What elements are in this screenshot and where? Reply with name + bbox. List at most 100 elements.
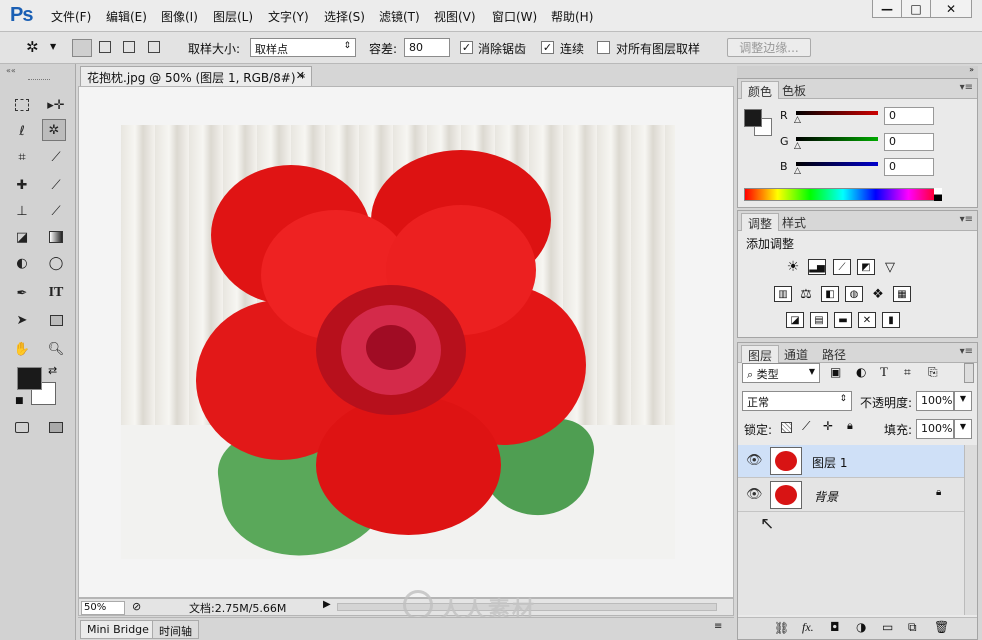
green-value-input[interactable]: 0 [884,133,934,151]
tab-styles[interactable]: 样式 [776,213,812,231]
new-group-icon[interactable]: ▭ [882,620,893,634]
sample-size-select[interactable]: 取样点 ⇕ [250,38,356,57]
curves-icon[interactable]: ⟋ [833,259,851,275]
selective-color-icon[interactable]: ✕ [858,312,876,328]
blue-slider[interactable] [796,162,878,166]
panel-menu-icon[interactable]: ▾≡ [960,214,973,225]
menu-layer[interactable]: 图层(L) [213,8,253,25]
hand-tool-icon[interactable]: ✋ [10,338,34,360]
tab-swatches[interactable]: 色板 [776,81,812,99]
move-tool-icon[interactable]: ▸✛ [44,94,68,116]
panel-menu-icon[interactable]: ▾≡ [960,82,973,93]
tab-channels[interactable]: 通道 [778,345,814,363]
maximize-button[interactable]: □ [901,0,931,18]
color-ramp[interactable] [744,188,942,201]
collapse-icon[interactable]: «« [6,66,16,75]
magic-wand-icon[interactable]: ✲ [26,38,39,56]
screen-mode-icon[interactable] [44,416,68,438]
brightness-contrast-icon[interactable]: ☀ [784,259,802,275]
subtract-selection-icon[interactable] [123,41,135,53]
levels-icon[interactable]: ▂▅ [808,259,826,275]
type-tool-icon[interactable]: IT [44,282,68,304]
link-layers-icon[interactable]: ⛓ [774,621,789,635]
new-selection-icon[interactable] [72,39,92,57]
status-arrow-icon[interactable]: ▶ [323,599,331,610]
status-menu-icon[interactable]: ⊘ [132,600,141,613]
zoom-tool-icon[interactable]: 🔍︎ [44,338,68,360]
layer-row-1[interactable]: 👁︎ 图层 1 [738,445,964,478]
lock-all-icon[interactable]: 🔒︎ [847,419,853,433]
gradient-map-icon[interactable]: ▮ [882,312,900,328]
menu-view[interactable]: 视图(V) [434,8,476,25]
lock-transparent-icon[interactable] [781,422,792,433]
layer-row-background[interactable]: 👁︎ 背景 🔒︎ [738,479,964,512]
visibility-eye-icon[interactable]: 👁︎ [746,487,763,502]
layer-style-icon[interactable]: fx. [802,620,814,635]
panel-menu-icon[interactable]: ≡ [714,621,722,632]
panel-menu-icon[interactable]: ▾≡ [960,346,973,357]
menu-help[interactable]: 帮助(H) [551,8,593,25]
slider-thumb-icon[interactable]: △ [794,166,801,176]
tab-timeline[interactable]: 时间轴 [152,620,199,639]
grip-icon[interactable] [28,79,50,82]
gradient-tool-icon[interactable] [44,226,68,248]
tolerance-input[interactable]: 80 [404,38,450,57]
layer-filter-select[interactable]: ⌕ 类型 ▼ [742,363,820,383]
eyedropper-tool-icon[interactable]: ⟋ [44,146,68,168]
lock-pixels-icon[interactable]: ⟋ [802,419,810,434]
chevron-down-icon[interactable]: ▼ [50,42,56,51]
blur-tool-icon[interactable]: ◐ [10,252,34,274]
exposure-icon[interactable]: ◩ [857,259,875,275]
add-selection-icon[interactable] [99,41,111,53]
close-button[interactable]: ✕ [930,0,972,18]
menu-image[interactable]: 图像(I) [161,8,198,25]
healing-brush-icon[interactable]: ✚ [10,174,34,196]
red-slider[interactable] [796,111,878,115]
marquee-tool-icon[interactable] [10,94,34,116]
color-lookup-icon[interactable]: ▦ [893,286,911,302]
clone-stamp-icon[interactable]: ⊥ [10,200,34,222]
all-layers-checkbox[interactable] [597,41,610,54]
menu-window[interactable]: 窗口(W) [492,8,537,25]
filter-adjustment-icon[interactable]: ◐ [856,365,866,379]
contiguous-checkbox[interactable]: ✓ [541,41,554,54]
green-slider[interactable] [796,137,878,141]
minimize-button[interactable]: — [872,0,902,18]
menu-file[interactable]: 文件(F) [51,8,91,25]
intersect-selection-icon[interactable] [148,41,160,53]
vibrance-icon[interactable]: ▽ [881,259,899,275]
lock-position-icon[interactable]: ✛ [823,419,833,433]
slider-thumb-icon[interactable]: △ [794,115,801,125]
lasso-tool-icon[interactable]: ℓ [10,120,34,142]
brush-tool-icon[interactable]: ⟋ [44,174,68,196]
magic-wand-tool-icon[interactable]: ✲ [42,119,66,141]
document-tab[interactable]: 花抱枕.jpg @ 50% (图层 1, RGB/8#) * ✕ [80,66,312,86]
tab-mini-bridge[interactable]: Mini Bridge [80,620,156,639]
layer-name[interactable]: 背景 [814,488,838,505]
blue-value-input[interactable]: 0 [884,158,934,176]
refine-edge-button[interactable]: 调整边缘... [727,38,811,57]
layers-scrollbar[interactable] [964,445,977,615]
photo-filter-icon[interactable]: ◍ [845,286,863,302]
rectangle-tool-icon[interactable] [44,309,68,331]
tab-color[interactable]: 颜色 [741,81,780,99]
invert-icon[interactable]: ◪ [786,312,804,328]
opacity-input[interactable]: 100% [916,391,954,411]
menu-select[interactable]: 选择(S) [324,8,365,25]
menu-type[interactable]: 文字(Y) [268,8,309,25]
filter-type-icon[interactable]: T [880,364,888,380]
history-brush-icon[interactable]: ⟋ [44,200,68,222]
filter-image-icon[interactable]: ▣ [830,365,841,379]
close-tab-icon[interactable]: ✕ [296,69,305,82]
black-white-icon[interactable]: ◧ [821,286,839,302]
path-selection-icon[interactable]: ➤ [10,309,34,331]
blend-mode-select[interactable]: 正常 ⇕ [742,391,852,411]
visibility-eye-icon[interactable]: 👁︎ [746,453,763,468]
filter-shape-icon[interactable]: ⌗ [904,365,911,380]
red-value-input[interactable]: 0 [884,107,934,125]
new-adjustment-icon[interactable]: ◑ [856,620,866,634]
threshold-icon[interactable]: ▬ [834,312,852,328]
posterize-icon[interactable]: ▤ [810,312,828,328]
default-colors-icon[interactable]: ■ [15,396,24,406]
slider-thumb-icon[interactable]: △ [794,141,801,151]
